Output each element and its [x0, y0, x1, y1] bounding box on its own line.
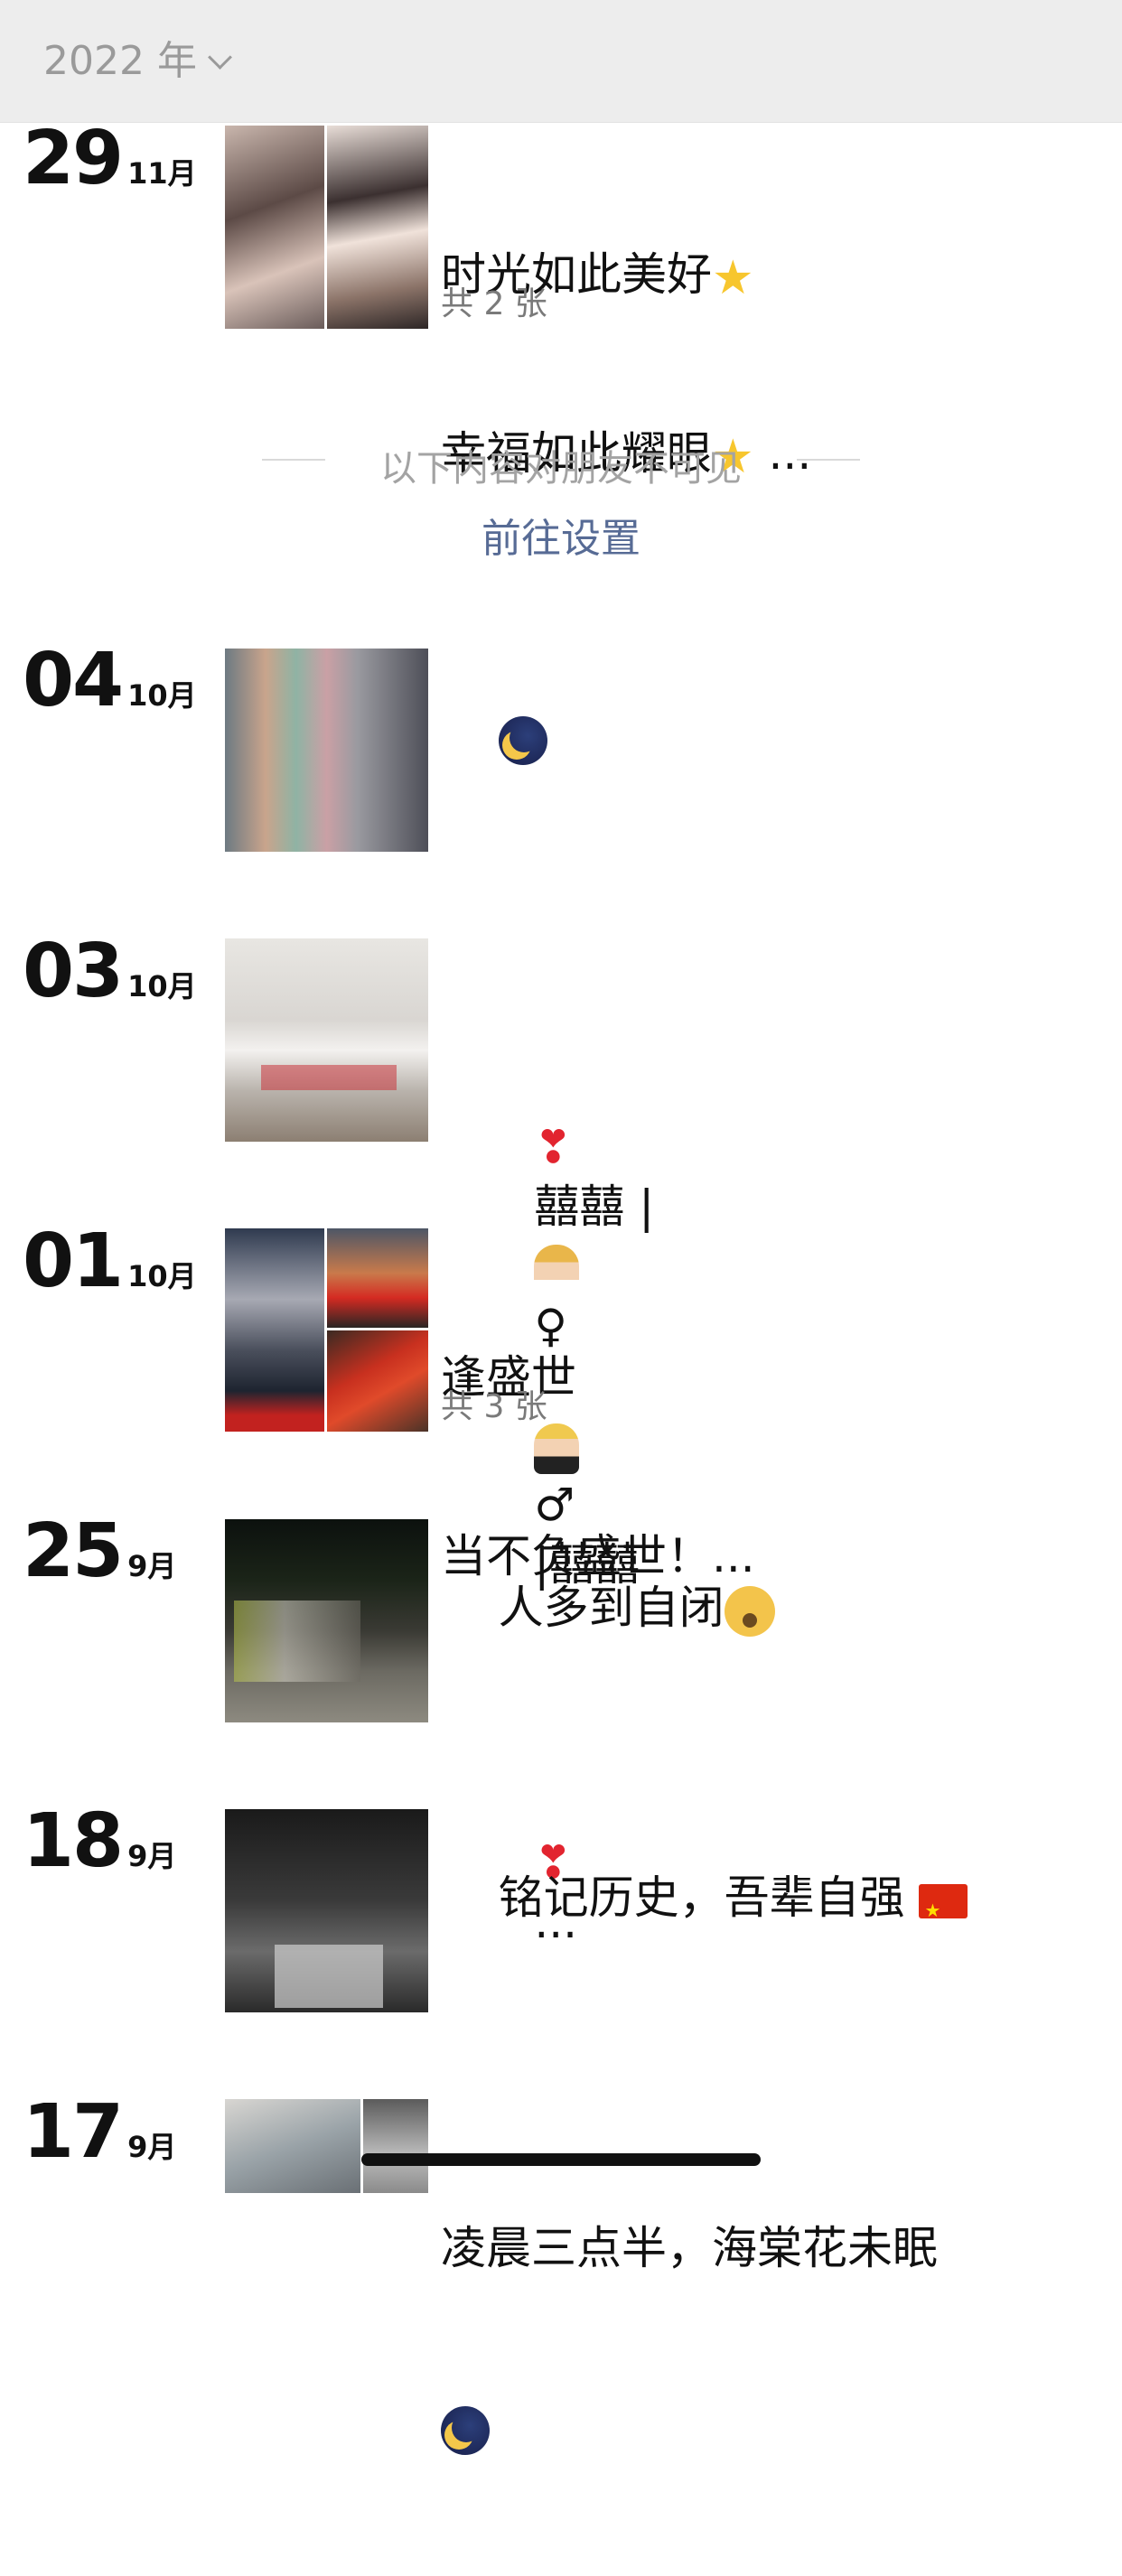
star-icon: ★	[712, 251, 754, 305]
post-text-line: 凌晨三点半，海棠花未眠	[441, 2222, 938, 2274]
visibility-divider: 以下内容对朋友不可见	[0, 432, 1122, 490]
post-month: 9月	[127, 2130, 177, 2164]
photo-thumbnail[interactable]	[327, 1228, 428, 1328]
post-month: 10月	[127, 1259, 197, 1293]
photo-thumbnail[interactable]	[225, 1519, 428, 1722]
post-text: 铭记历史，吾辈自强	[441, 1808, 1073, 1987]
photo-thumbnail[interactable]	[225, 649, 428, 852]
post-day: 04	[23, 638, 124, 723]
photo-thumbnail[interactable]	[225, 1809, 428, 2012]
zipper-mouth-face-icon	[724, 1585, 775, 1637]
post-text	[441, 648, 1073, 826]
photo-thumbnail[interactable]	[225, 126, 324, 329]
photo-thumbnail[interactable]	[327, 1330, 428, 1432]
photo-thumbnail[interactable]	[225, 938, 428, 1142]
year-label: 2022 年	[43, 38, 197, 84]
visibility-label: 以下内容对朋友不可见	[380, 448, 742, 490]
post-day: 29	[23, 116, 124, 201]
post-month: 9月	[127, 1549, 177, 1583]
post-text: 凌晨三点半，海棠花未眠	[441, 2099, 1073, 2576]
photo-thumbnail[interactable]	[225, 2099, 360, 2193]
go-to-settings-link[interactable]: 前往设置	[0, 506, 1122, 564]
home-indicator[interactable]	[361, 2153, 761, 2166]
post-day: 01	[23, 1218, 124, 1304]
post-text-line: 铭记历史，吾辈自强	[498, 1871, 905, 1924]
post-month: 9月	[127, 1839, 177, 1873]
photo-crowd-area	[234, 1601, 360, 1682]
post-date: 17 9月	[23, 2095, 176, 2170]
post-photo-grid[interactable]	[225, 126, 428, 329]
post-photo-grid[interactable]	[225, 2099, 428, 2193]
post-date: 29 11月	[23, 122, 197, 196]
post-day: 25	[23, 1508, 124, 1594]
year-selector[interactable]: 2022 年	[43, 36, 232, 87]
photo-thumbnail[interactable]	[327, 126, 428, 329]
crescent-moon-icon	[498, 715, 547, 765]
post-photo-grid[interactable]	[225, 1228, 428, 1432]
post-date: 04 10月	[23, 644, 197, 718]
photo-thumbnail[interactable]	[363, 2099, 428, 2193]
post-date: 25 9月	[23, 1515, 176, 1589]
photo-count: 共 3 张	[441, 1388, 547, 1425]
post-month: 10月	[127, 969, 197, 1003]
photo-thumbnail[interactable]	[225, 1228, 324, 1432]
heart-exclamation-icon: ❣	[534, 1121, 573, 1173]
divider-line	[797, 459, 860, 461]
post-text-segment: 囍囍 |	[534, 1181, 655, 1233]
post-date: 03 10月	[23, 935, 197, 1009]
post-day: 18	[23, 1798, 124, 1884]
post-month: 10月	[127, 678, 197, 713]
post-date: 18 9月	[23, 1805, 176, 1879]
china-flag-icon	[919, 1881, 968, 1940]
post-month: 11月	[127, 156, 197, 191]
post-day: 17	[23, 2089, 124, 2175]
chevron-down-icon	[208, 44, 232, 70]
year-header-bar: 2022 年	[0, 0, 1122, 123]
photo-caption-overlay	[261, 1065, 397, 1090]
post-day: 03	[23, 929, 124, 1014]
post-text: 人多到自闭	[441, 1518, 1073, 1697]
photo-monument	[275, 1945, 383, 2008]
photo-count: 共 2 张	[441, 285, 547, 322]
post-text-line: 人多到自闭	[498, 1582, 725, 1634]
crescent-moon-icon	[441, 2405, 490, 2455]
post-date: 01 10月	[23, 1225, 197, 1299]
